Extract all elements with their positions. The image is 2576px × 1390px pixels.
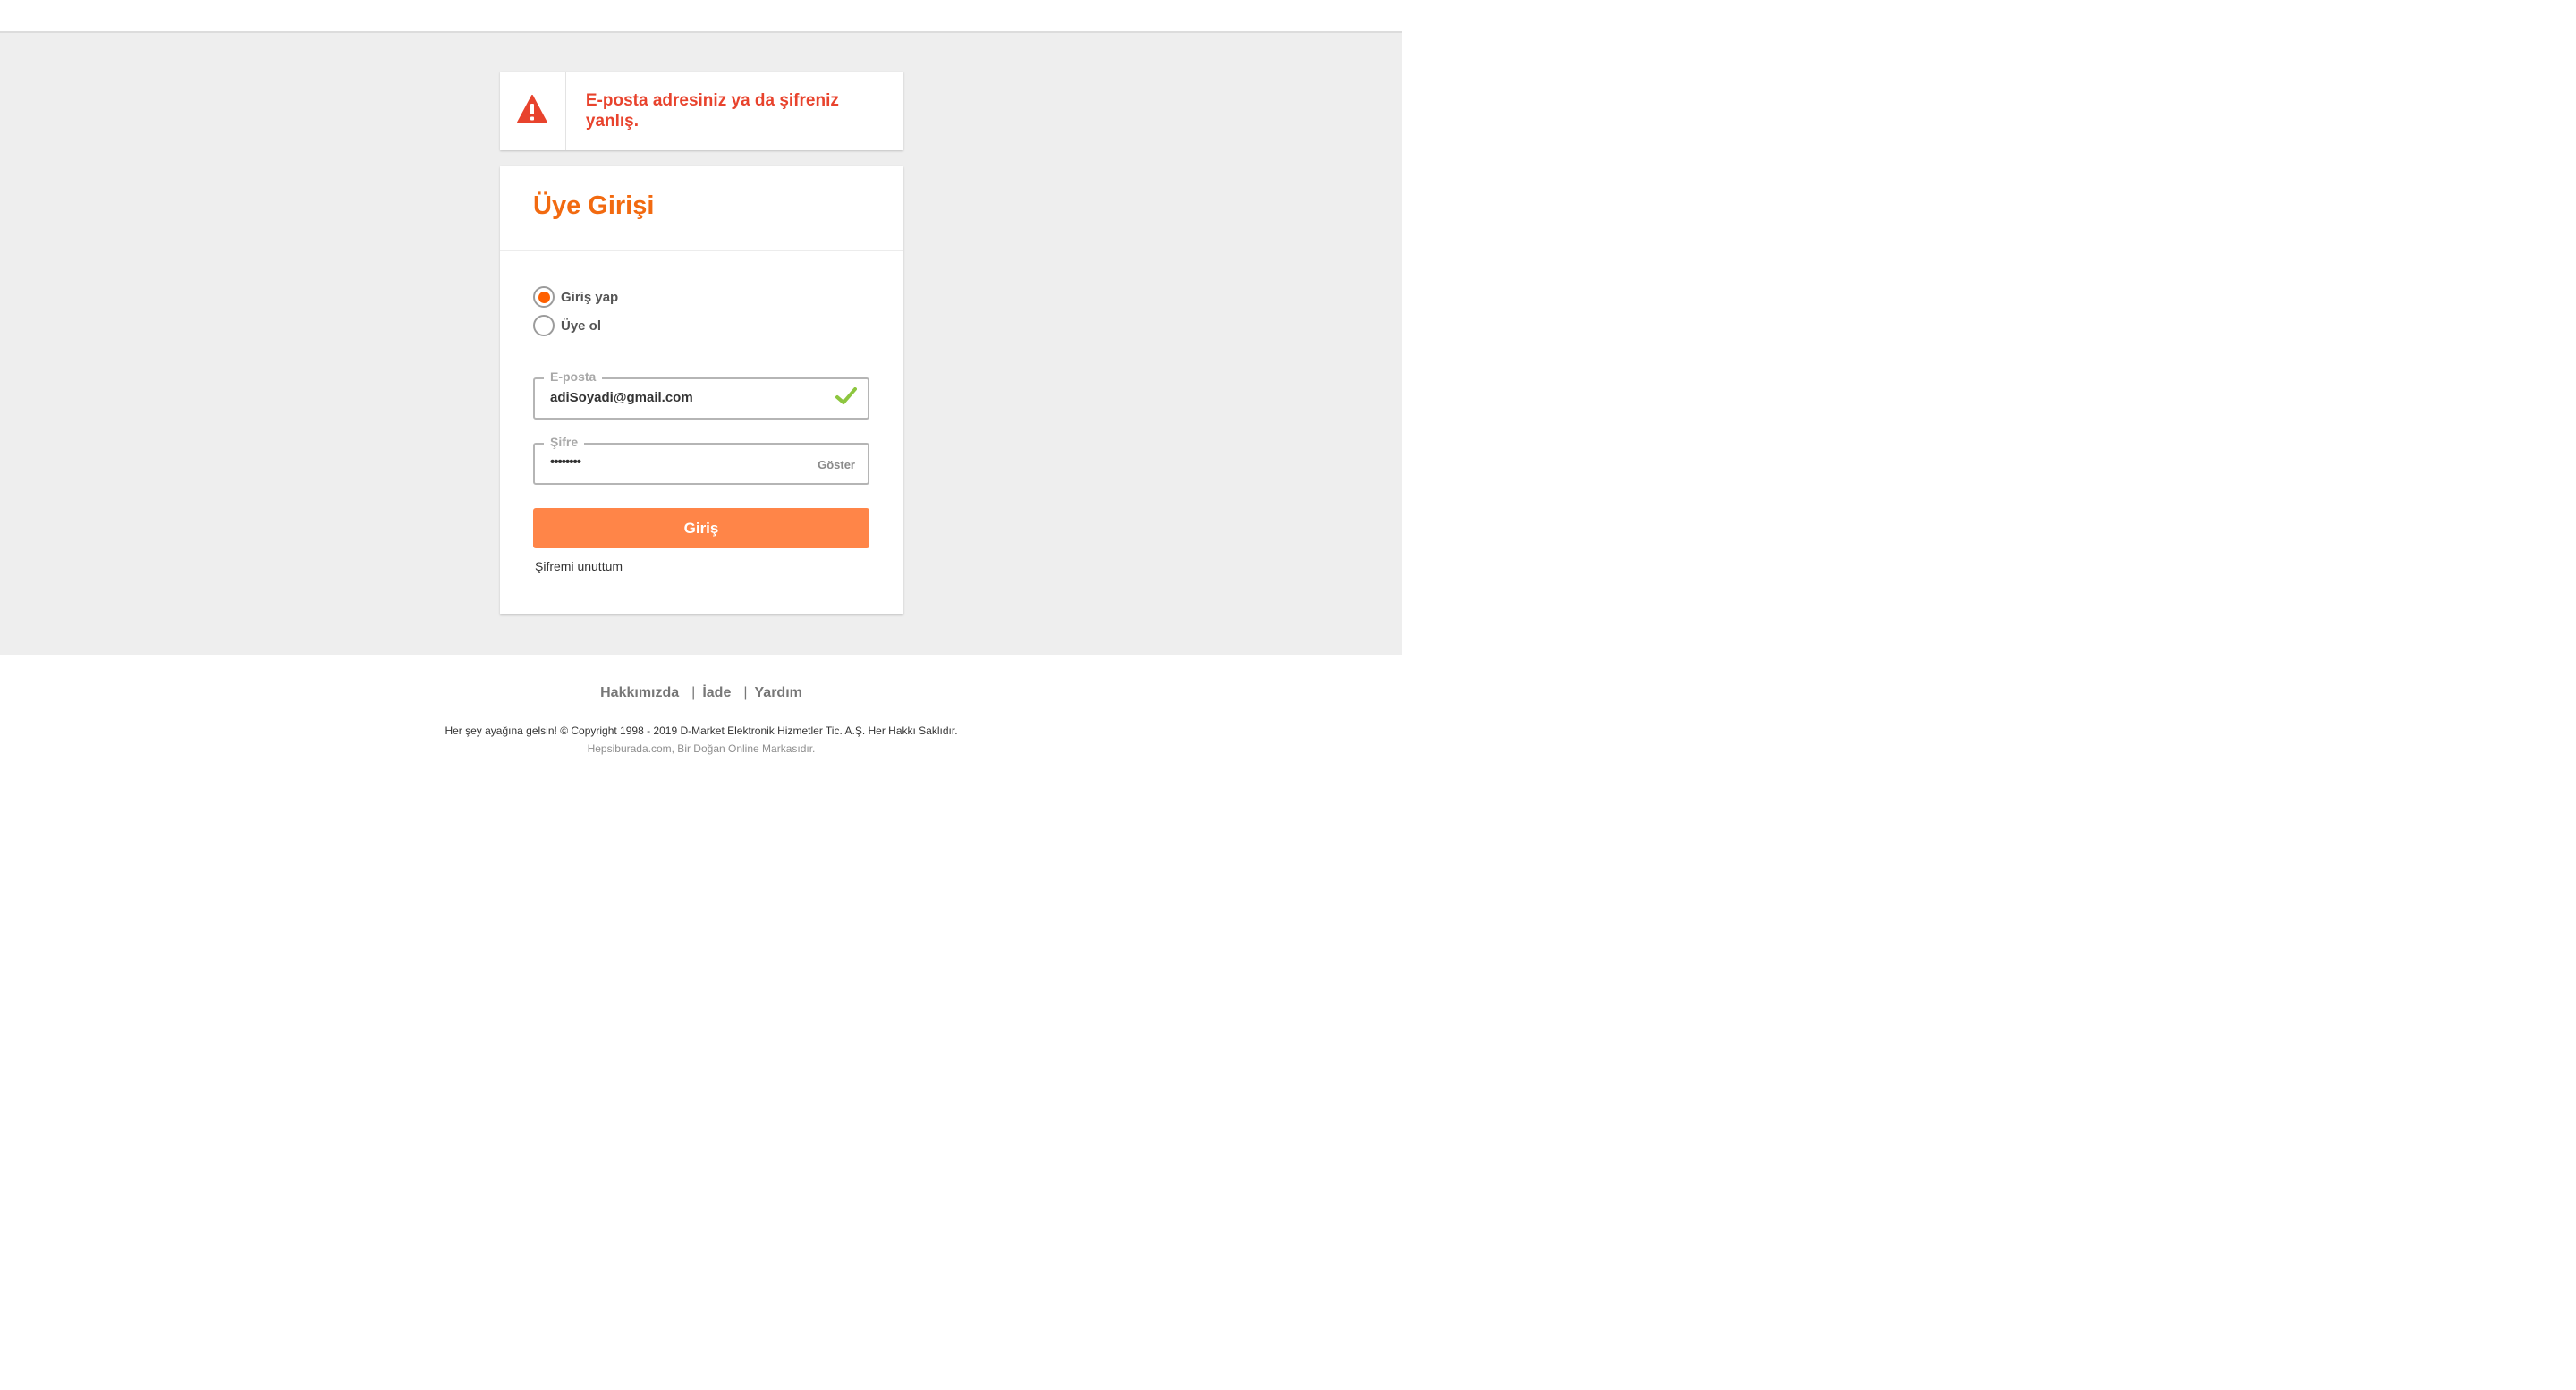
password-input[interactable]: •••••••• xyxy=(550,454,818,470)
radio-login-label: Giriş yap xyxy=(561,289,619,305)
show-password-button[interactable]: Göster xyxy=(818,458,855,471)
radio-dot xyxy=(538,291,550,303)
top-bar xyxy=(0,0,1402,33)
brand-text: Hepsiburada.com, Bir Doğan Online Markas… xyxy=(587,742,816,755)
footer-separator: | xyxy=(743,685,748,700)
checkmark-icon xyxy=(835,387,857,410)
radio-button-selected[interactable] xyxy=(533,286,555,308)
radio-register-label: Üye ol xyxy=(561,318,602,334)
forgot-password-link[interactable]: Şifremi unuttum xyxy=(535,559,623,573)
email-input[interactable] xyxy=(550,390,818,405)
alert-icon-cell xyxy=(500,72,566,150)
alert-message: E-posta adresiniz ya da şifreniz yanlış. xyxy=(585,91,839,131)
password-field[interactable]: Şifre •••••••• Göster xyxy=(533,435,869,485)
footer-link-returns[interactable]: İade xyxy=(702,685,731,701)
footer-links: Hakkımızda | İade | Yardım xyxy=(0,685,1402,701)
radio-login[interactable]: Giriş yap xyxy=(533,286,618,308)
login-button[interactable]: Giriş xyxy=(533,508,869,548)
password-legend: Şifre xyxy=(544,435,585,449)
card-header: Üye Girişi xyxy=(500,166,903,251)
footer-link-about[interactable]: Hakkımızda xyxy=(600,685,679,701)
email-field[interactable]: E-posta xyxy=(533,369,869,420)
page-title: Üye Girişi xyxy=(533,191,655,220)
footer-link-help[interactable]: Yardım xyxy=(755,685,802,701)
login-card: Üye Girişi Giriş yap Üye ol E-posta Şifr… xyxy=(500,166,903,614)
copyright-text: Her şey ayağına gelsin! © Copyright 1998… xyxy=(445,725,958,737)
warning-triangle-icon xyxy=(517,94,548,128)
email-legend: E-posta xyxy=(544,369,603,384)
error-alert: E-posta adresiniz ya da şifreniz yanlış. xyxy=(500,72,903,150)
radio-register[interactable]: Üye ol xyxy=(533,315,601,336)
footer-separator: | xyxy=(691,685,696,700)
radio-button[interactable] xyxy=(533,315,555,336)
